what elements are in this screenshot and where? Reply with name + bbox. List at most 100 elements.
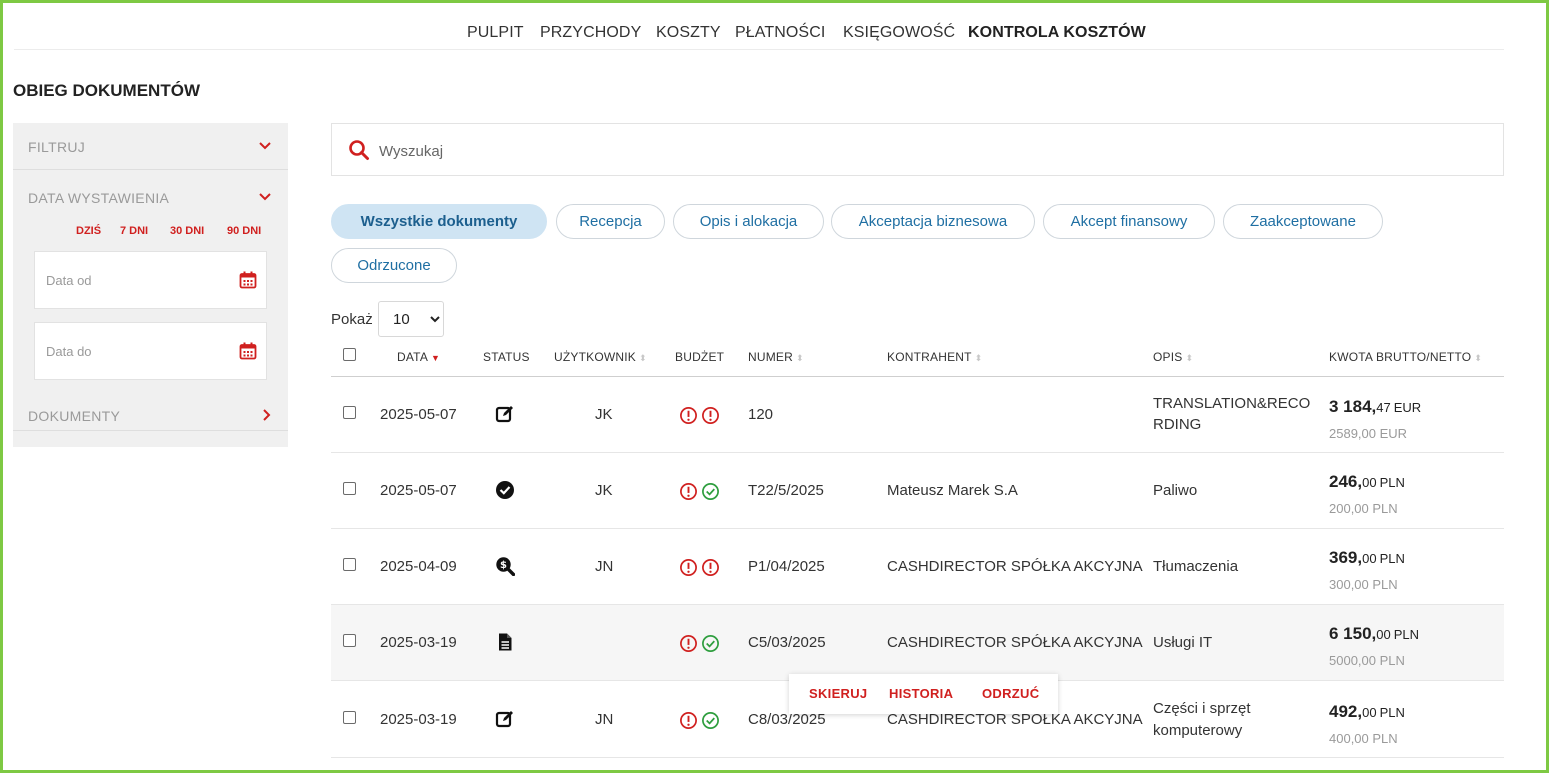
nav-przychody[interactable]: PRZYCHODY: [540, 24, 641, 42]
tab-business-acceptance[interactable]: Akceptacja biznesowa: [831, 204, 1035, 239]
tab-description-allocation[interactable]: Opis i alokacja: [673, 204, 824, 239]
row-checkbox[interactable]: [343, 406, 356, 419]
chevron-down-icon[interactable]: [259, 141, 271, 151]
date-to-placeholder: Data do: [46, 344, 92, 359]
table-row[interactable]: 2025-05-07 JK 120 TRANSLATION&RECO RDING…: [331, 377, 1504, 453]
quick-range-today[interactable]: DZIŚ: [76, 225, 101, 237]
row-checkbox[interactable]: [343, 711, 356, 724]
nav-pulpit[interactable]: PULPIT: [467, 24, 524, 42]
check-circle-icon: [702, 483, 719, 500]
row-number: 120: [748, 406, 774, 423]
nav-platnosci[interactable]: PŁATNOŚCI: [735, 24, 825, 42]
tab-rejected[interactable]: Odrzucone: [331, 248, 457, 283]
select-all-checkbox[interactable]: [343, 348, 356, 361]
row-contractor: CASHDIRECTOR SPÓŁKA AKCYJNA: [887, 634, 1143, 651]
date-issued-header[interactable]: DATA WYSTAWIENIA: [28, 190, 169, 206]
warning-circle-icon: [680, 483, 697, 500]
edit-icon[interactable]: [495, 404, 515, 424]
row-date: 2025-05-07: [380, 482, 457, 499]
row-date: 2025-05-07: [380, 406, 457, 423]
sort-icon: ⬍: [796, 353, 804, 363]
quick-range-90-days[interactable]: 90 DNI: [227, 225, 261, 237]
search-dollar-icon[interactable]: $: [495, 556, 515, 576]
tab-financial-acceptance[interactable]: Akcept finansowy: [1043, 204, 1215, 239]
reject-action[interactable]: ODRZUĆ: [982, 686, 1039, 701]
row-net-amount: 5000,00 PLN: [1329, 653, 1405, 668]
row-number: C5/03/2025: [748, 634, 826, 651]
row-date: 2025-04-09: [380, 558, 457, 575]
quick-range-30-days[interactable]: 30 DNI: [170, 225, 204, 237]
quick-range-7-days[interactable]: 7 DNI: [120, 225, 148, 237]
row-gross-amount: 369,00 PLN: [1329, 548, 1405, 567]
row-checkbox[interactable]: [343, 634, 356, 647]
calendar-icon[interactable]: [239, 271, 257, 289]
column-header-contractor[interactable]: KONTRAHENT ⬍: [887, 350, 982, 364]
warning-circle-icon: [680, 635, 697, 652]
column-header-user[interactable]: UŻYTKOWNIK ⬍: [554, 350, 647, 364]
forward-action[interactable]: SKIERUJ: [809, 686, 867, 701]
search-icon[interactable]: [348, 139, 370, 161]
tab-accepted[interactable]: Zaakceptowane: [1223, 204, 1383, 239]
search-bar: [331, 123, 1504, 176]
top-nav: PULPIT PRZYCHODY KOSZTY PŁATNOŚCI KSIĘGO…: [14, 0, 1504, 50]
search-input[interactable]: [379, 140, 979, 162]
divider: [13, 169, 288, 170]
row-net-amount: 200,00 PLN: [1329, 501, 1398, 516]
row-checkbox[interactable]: [343, 482, 356, 495]
column-header-date[interactable]: DATA ▼: [397, 350, 440, 364]
row-net-amount: 2589,00 EUR: [1329, 426, 1408, 441]
sort-desc-icon: ▼: [431, 353, 441, 363]
tab-all-documents[interactable]: Wszystkie dokumenty: [331, 204, 547, 239]
page-size-label: Pokaż: [331, 311, 373, 328]
column-header-budget: BUDŻET: [675, 350, 725, 364]
document-icon[interactable]: [495, 632, 515, 652]
column-header-status: STATUS: [483, 350, 530, 364]
column-header-amount[interactable]: KWOTA BRUTTO/NETTO ⬍: [1329, 350, 1482, 364]
table-row[interactable]: 2025-05-07 JK T22/5/2025 Mateusz Marek S…: [331, 453, 1504, 529]
row-gross-amount: 492,00 PLN: [1329, 702, 1405, 721]
row-description: Tłumaczenia: [1153, 558, 1239, 575]
row-actions-popup: SKIERUJ HISTORIA ODRZUĆ: [789, 674, 1058, 714]
filter-header[interactable]: FILTRUJ: [28, 139, 85, 155]
warning-circle-icon: [680, 559, 697, 576]
calendar-icon[interactable]: [239, 342, 257, 360]
table-row[interactable]: 2025-04-09 $ JN P1/04/2025 CASHDIRECTOR …: [331, 529, 1504, 605]
warning-circle-icon: [702, 407, 719, 424]
row-description: RDING: [1153, 416, 1202, 433]
row-date: 2025-03-19: [380, 634, 457, 651]
row-description: TRANSLATION&RECO: [1153, 395, 1311, 412]
tab-reception[interactable]: Recepcja: [556, 204, 665, 239]
page-title: OBIEG DOKUMENTÓW: [13, 81, 200, 100]
edit-icon[interactable]: [495, 709, 515, 729]
row-user: JN: [595, 711, 614, 728]
chevron-right-icon[interactable]: [262, 409, 272, 421]
date-to-field[interactable]: Data do: [34, 322, 267, 380]
history-action[interactable]: HISTORIA: [889, 686, 953, 701]
column-header-number[interactable]: NUMER ⬍: [748, 350, 804, 364]
nav-ksiegowosc[interactable]: KSIĘGOWOŚĆ: [843, 24, 955, 42]
row-description: Paliwo: [1153, 482, 1198, 499]
svg-text:$: $: [500, 560, 507, 571]
approved-icon[interactable]: [495, 480, 515, 500]
column-header-description[interactable]: OPIS ⬍: [1153, 350, 1193, 364]
warning-circle-icon: [680, 712, 697, 729]
row-checkbox[interactable]: [343, 558, 356, 571]
nav-kontrola-kosztow[interactable]: KONTROLA KOSZTÓW: [968, 24, 1146, 42]
documents-header[interactable]: DOKUMENTY: [28, 408, 120, 424]
chevron-down-icon[interactable]: [259, 192, 271, 202]
row-net-amount: 400,00 PLN: [1329, 731, 1398, 746]
date-from-field[interactable]: Data od: [34, 251, 267, 309]
row-contractor: CASHDIRECTOR SPÓŁKA AKCYJNA: [887, 558, 1143, 575]
row-date: 2025-03-19: [380, 711, 457, 728]
nav-active-underline: [968, 46, 1145, 48]
row-contractor: Mateusz Marek S.A: [887, 482, 1018, 499]
row-description: Części i sprzęt: [1153, 700, 1251, 717]
row-net-amount: 300,00 PLN: [1329, 577, 1398, 592]
row-user: JK: [595, 482, 613, 499]
sort-icon: ⬍: [639, 353, 647, 363]
date-from-placeholder: Data od: [46, 273, 92, 288]
page-size-select[interactable]: 10: [378, 301, 444, 337]
table-row[interactable]: 2025-03-19 C5/03/2025 CASHDIRECTOR SPÓŁK…: [331, 605, 1504, 681]
warning-circle-icon: [702, 559, 719, 576]
nav-koszty[interactable]: KOSZTY: [656, 24, 721, 42]
